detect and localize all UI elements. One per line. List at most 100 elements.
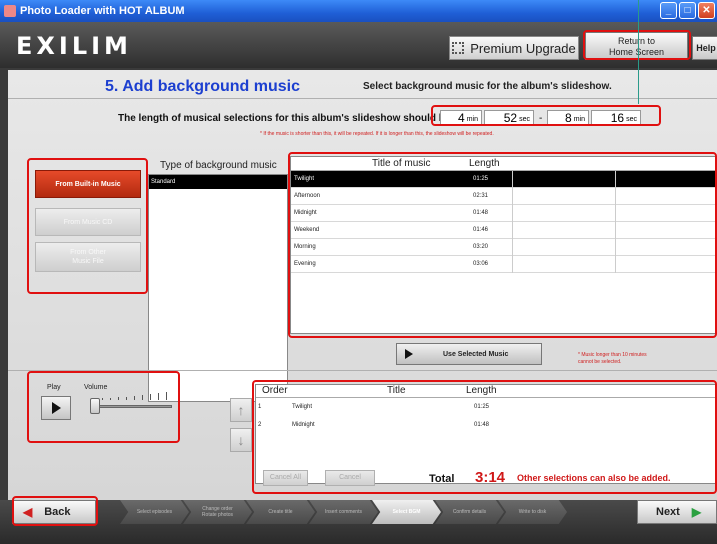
- step-progress: Select episodes Change order Rotate phot…: [120, 500, 567, 524]
- repeat-warning: * If the music is shorter than this, it …: [260, 131, 494, 137]
- total-note: Other selections can also be added.: [517, 473, 671, 483]
- music-row[interactable]: Evening 03:06: [291, 256, 716, 273]
- cancel-button[interactable]: Cancel: [325, 470, 375, 486]
- music-table-header: Title of music Length: [291, 157, 716, 171]
- order-table-header: Order Title Length: [256, 385, 716, 398]
- play-icon: [51, 402, 61, 414]
- col-divider: [615, 188, 616, 205]
- back-button[interactable]: ◀ Back: [12, 500, 96, 524]
- premium-upgrade-button[interactable]: Premium Upgrade: [449, 36, 579, 60]
- col-divider: [615, 205, 616, 222]
- order-length: 01:25: [474, 404, 490, 410]
- from-music-cd-button[interactable]: From Music CD: [35, 208, 141, 236]
- order-number: 1: [258, 404, 262, 410]
- unit-sec: sec: [626, 116, 637, 123]
- music-table: Title of music Length Twilight 01:25 Aft…: [290, 156, 717, 334]
- length-min-from-value: 4: [458, 111, 465, 125]
- next-button[interactable]: Next ▶: [637, 500, 717, 524]
- from-other-file-button[interactable]: From Other Music File: [35, 242, 141, 272]
- app-header: EXILIM Premium Upgrade Return to Home Sc…: [0, 22, 717, 68]
- step-select-episodes[interactable]: Select episodes: [120, 500, 189, 524]
- music-row[interactable]: Morning 03:20: [291, 239, 716, 256]
- from-other-file-label-2: Music File: [72, 258, 104, 265]
- step-insert-comments[interactable]: Insert comments: [309, 500, 378, 524]
- app-icon: [4, 5, 16, 17]
- cancel-all-button[interactable]: Cancel All: [263, 470, 308, 486]
- order-row[interactable]: 1 Twilight 01:25: [256, 398, 716, 416]
- length-sec-to-value: 16: [610, 111, 625, 125]
- length-sec-to: 16 sec: [591, 110, 641, 126]
- step-confirm-details[interactable]: Confirm details: [435, 500, 504, 524]
- music-length: 01:48: [473, 210, 489, 216]
- order-title: Twilight: [292, 404, 313, 410]
- divider: [8, 98, 717, 99]
- music-length: 01:25: [473, 176, 489, 182]
- col-divider: [615, 171, 616, 188]
- page-description: Select background music for the album's …: [363, 81, 612, 92]
- back-label: Back: [44, 506, 71, 518]
- step-create-title[interactable]: Create title: [246, 500, 315, 524]
- music-row[interactable]: Weekend 01:46: [291, 222, 716, 239]
- next-arrow-icon: ▶: [691, 505, 702, 519]
- return-home-button[interactable]: Return to Home Screen: [585, 32, 688, 60]
- unit-min: min: [466, 116, 478, 123]
- close-button[interactable]: ✕: [698, 2, 715, 19]
- type-list: Standard: [148, 174, 288, 402]
- next-label: Next: [656, 506, 680, 518]
- step-label: Write to disk: [518, 509, 547, 515]
- window-controls: _ □ ✕: [660, 2, 715, 19]
- music-row[interactable]: Afternoon 02:31: [291, 188, 716, 205]
- order-number: 2: [258, 422, 262, 428]
- step-label: Select episodes: [136, 509, 173, 515]
- help-button[interactable]: Help: [692, 36, 717, 60]
- step-change-order[interactable]: Change order Rotate photos: [183, 500, 252, 524]
- move-up-button[interactable]: ↑: [230, 398, 252, 422]
- col-divider: [512, 188, 513, 205]
- unit-sec: sec: [519, 116, 530, 123]
- music-length: 03:20: [473, 244, 489, 250]
- return-home-label-2: Home Screen: [608, 47, 665, 57]
- step-label: Insert comments: [325, 509, 362, 515]
- use-selected-music-button[interactable]: Use Selected Music: [396, 343, 542, 365]
- col-divider: [615, 222, 616, 239]
- step-write-to-disk[interactable]: Write to disk: [498, 500, 567, 524]
- length-min-to: 8 min: [547, 110, 589, 126]
- length-limit-warning-2: cannot be selected.: [578, 359, 622, 365]
- move-down-button[interactable]: ↓: [230, 428, 252, 452]
- music-row[interactable]: Twilight 01:25: [291, 171, 716, 188]
- col-divider: [512, 171, 513, 188]
- volume-ticks: [102, 392, 167, 400]
- play-triangle-icon: [405, 349, 413, 359]
- order-row[interactable]: 2 Midnight 01:48: [256, 416, 716, 434]
- music-header-title: Title of music: [372, 158, 431, 169]
- music-header-length: Length: [469, 158, 500, 169]
- music-title: Evening: [294, 261, 316, 267]
- window-titlebar: Photo Loader with HOT ALBUM _ □ ✕: [0, 0, 717, 22]
- col-divider: [512, 205, 513, 222]
- use-selected-music-label: Use Selected Music: [443, 350, 509, 358]
- step-label: Confirm details: [452, 509, 487, 515]
- volume-slider-knob[interactable]: [90, 398, 100, 414]
- play-button[interactable]: [41, 396, 71, 420]
- maximize-button[interactable]: □: [679, 2, 696, 19]
- music-title: Afternoon: [294, 193, 321, 199]
- premium-upgrade-label: Premium Upgrade: [470, 40, 576, 56]
- from-builtin-music-button[interactable]: From Built-in Music: [35, 170, 141, 198]
- music-length: 02:31: [473, 193, 489, 199]
- col-divider: [615, 239, 616, 256]
- step-select-bgm[interactable]: Select BGM: [372, 500, 441, 524]
- range-dash: -: [539, 113, 543, 124]
- return-home-label-1: Return to: [617, 36, 656, 46]
- order-header-length: Length: [466, 385, 497, 396]
- length-min-to-value: 8: [565, 111, 572, 125]
- type-list-header: Type of background music: [160, 160, 277, 171]
- volume-track[interactable]: [94, 405, 172, 408]
- minimize-button[interactable]: _: [660, 2, 677, 19]
- play-label: Play: [47, 384, 61, 391]
- music-title: Morning: [294, 244, 316, 250]
- music-title: Midnight: [294, 210, 317, 216]
- music-row[interactable]: Midnight 01:48: [291, 205, 716, 222]
- grid-icon: [452, 42, 465, 54]
- type-item-standard[interactable]: Standard: [149, 175, 287, 189]
- window-title: Photo Loader with HOT ALBUM: [20, 5, 185, 17]
